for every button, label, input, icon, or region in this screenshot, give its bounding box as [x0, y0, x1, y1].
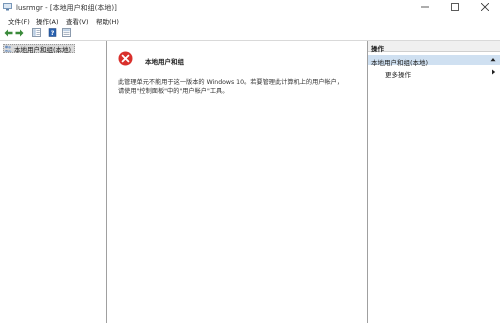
menu-bar: 文件(F) 操作(A) 查看(V) 帮助(H)	[0, 14, 500, 26]
actions-group-local-users-groups[interactable]: 本地用户和组(本地)	[368, 55, 500, 67]
maximize-button[interactable]	[440, 0, 470, 14]
menu-action[interactable]: 操作(A)	[36, 16, 59, 26]
toolbar: ?	[0, 26, 500, 39]
actions-header-label: 操作	[371, 45, 384, 53]
title-bar: lusrmgr - [本地用户和组(本地)]	[0, 0, 500, 14]
help-book-icon: ?	[48, 28, 57, 37]
actions-header: 操作	[368, 41, 500, 53]
minimize-icon	[421, 6, 429, 8]
more-actions-item[interactable]: 更多操作	[368, 67, 500, 79]
back-button[interactable]	[4, 28, 13, 37]
console-tree-pane: 本地用户和组(本地)	[0, 41, 107, 323]
error-message-line-2: 请使用"控制面板"中的"用户帐户"工具。	[118, 88, 229, 95]
svg-text:?: ?	[51, 29, 55, 37]
show-action-pane-button[interactable]	[62, 28, 71, 37]
more-actions-label: 更多操作	[385, 70, 411, 79]
window-title: lusrmgr - [本地用户和组(本地)]	[16, 4, 117, 12]
show-hide-tree-button[interactable]	[32, 28, 41, 37]
tree-item-local-users-groups[interactable]: 本地用户和组(本地)	[3, 44, 76, 54]
console-tree-icon	[32, 28, 41, 37]
maximize-icon	[451, 3, 459, 11]
computer-management-icon	[3, 3, 12, 11]
action-pane-icon	[62, 28, 71, 37]
minimize-button[interactable]	[410, 0, 440, 14]
menu-view[interactable]: 查看(V)	[66, 16, 89, 26]
error-message: 此管理单元不能用于这一版本的 Windows 10。若要管理此计算机上的用户帐户…	[118, 78, 358, 96]
actions-group-label: 本地用户和组(本地)	[371, 58, 429, 67]
result-pane: 本地用户和组 此管理单元不能用于这一版本的 Windows 10。若要管理此计算…	[108, 41, 367, 323]
users-group-icon	[4, 45, 12, 52]
forward-arrow-icon	[15, 29, 24, 36]
actions-pane: 操作 本地用户和组(本地) 更多操作	[367, 41, 500, 323]
close-icon	[481, 3, 489, 11]
tree-item-label: 本地用户和组(本地)	[14, 45, 72, 54]
close-button[interactable]	[470, 0, 500, 14]
back-arrow-icon	[4, 29, 13, 36]
menu-file[interactable]: 文件(F)	[8, 16, 30, 26]
error-icon	[118, 51, 133, 66]
error-title: 本地用户和组	[145, 58, 184, 66]
menu-help[interactable]: 帮助(H)	[96, 16, 119, 26]
collapse-up-icon	[490, 58, 496, 62]
submenu-right-icon	[492, 69, 496, 75]
help-button[interactable]: ?	[48, 28, 57, 37]
error-message-line-1: 此管理单元不能用于这一版本的 Windows 10。若要管理此计算机上的用户帐户…	[118, 79, 344, 86]
forward-button[interactable]	[15, 28, 24, 37]
